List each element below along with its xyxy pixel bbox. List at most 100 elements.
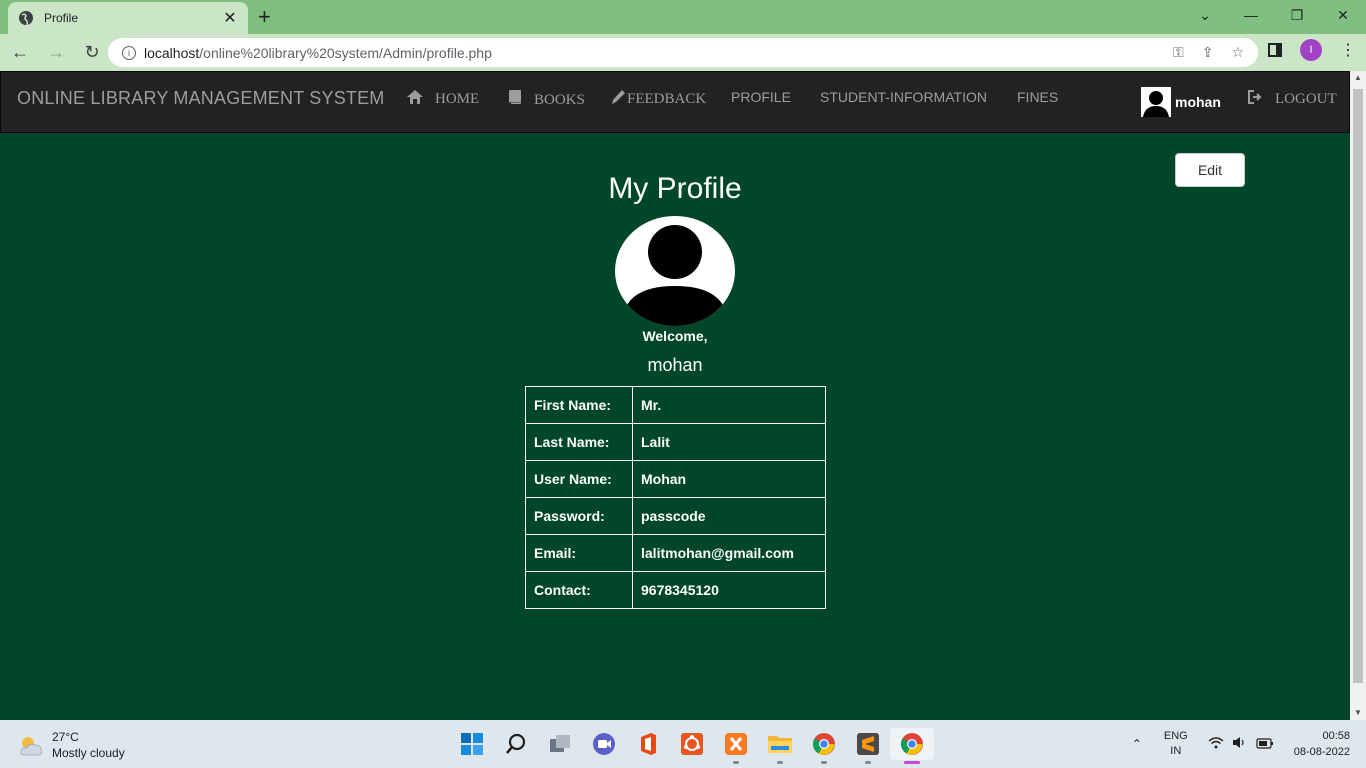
tab-search-icon[interactable]: ⌄ <box>1182 0 1228 30</box>
site-brand[interactable]: ONLINE LIBRARY MANAGEMENT SYSTEM <box>17 88 385 109</box>
back-icon[interactable]: ← <box>4 37 36 69</box>
taskbar-app-file-explorer[interactable] <box>758 728 802 764</box>
detail-label: Email: <box>525 534 633 572</box>
detail-label: Contact: <box>525 571 633 609</box>
battery-icon[interactable] <box>1256 737 1274 752</box>
task-view-button[interactable] <box>538 728 582 760</box>
partly-cloudy-icon <box>18 735 44 756</box>
welcome-text: Welcome, <box>642 328 708 344</box>
detail-label: Password: <box>525 497 633 535</box>
nav-home[interactable]: HOME <box>407 90 479 109</box>
scroll-up-icon[interactable]: ▲ <box>1350 71 1366 85</box>
browser-toolbar: ← → ↻ i localhost/online%20library%20sys… <box>0 34 1366 71</box>
weather-desc: Mostly cloudy <box>52 746 125 760</box>
detail-value: passcode <box>632 497 826 535</box>
taskbar-app-sublime[interactable] <box>846 728 890 764</box>
detail-value: lalitmohan@gmail.com <box>632 534 826 572</box>
weather-widget[interactable]: 27°C Mostly cloudy <box>18 729 125 761</box>
table-row: First Name: Mr. <box>525 386 826 424</box>
browser-tab[interactable]: Profile ✕ <box>8 2 248 34</box>
clock[interactable]: 00:58 08-08-2022 <box>1294 728 1350 760</box>
chrome-icon <box>901 733 923 755</box>
video-chat-icon <box>593 733 615 755</box>
book-icon <box>508 90 522 110</box>
nav-feedback[interactable]: FEEDBACK <box>612 90 706 109</box>
start-button[interactable] <box>450 728 494 760</box>
search-icon <box>506 733 526 754</box>
site-info-icon[interactable]: i <box>122 45 136 60</box>
url-text[interactable]: localhost/online%20library%20system/Admi… <box>144 45 1155 61</box>
taskbar-apps <box>450 728 934 764</box>
ubuntu-icon <box>681 733 703 755</box>
minimize-icon[interactable]: — <box>1228 0 1274 30</box>
profile-avatar-icon[interactable]: I <box>1300 39 1322 61</box>
page-title: My Profile <box>608 172 742 205</box>
office-icon <box>641 733 656 755</box>
scrollbar-thumb[interactable] <box>1353 89 1363 683</box>
page-scrollbar[interactable]: ▲ ▼ <box>1350 71 1366 720</box>
detail-value: Mohan <box>632 460 826 498</box>
site-navbar: ONLINE LIBRARY MANAGEMENT SYSTEM HOME BO… <box>0 71 1350 133</box>
nav-books[interactable]: BOOKS <box>508 90 585 110</box>
browser-titlebar: Profile ✕ + ⌄ — ❐ ✕ <box>0 0 1366 34</box>
detail-label: User Name: <box>525 460 633 498</box>
windows-icon <box>461 733 483 755</box>
close-window-icon[interactable]: ✕ <box>1320 0 1366 30</box>
forward-icon[interactable]: → <box>40 37 72 69</box>
search-button[interactable] <box>494 728 538 760</box>
close-tab-icon[interactable]: ✕ <box>222 8 238 28</box>
detail-label: Last Name: <box>525 423 633 461</box>
taskbar-app-meet[interactable] <box>582 728 626 760</box>
system-tray: ⌃ ENG IN 00:58 08-08-2022 <box>1132 728 1350 760</box>
task-view-icon <box>550 735 570 752</box>
user-avatar <box>1141 87 1171 117</box>
nav-logout[interactable]: LOGOUT <box>1248 90 1337 109</box>
pencil-icon <box>612 90 625 109</box>
taskbar-app-chrome-1[interactable] <box>802 728 846 764</box>
tab-title: Profile <box>44 11 79 25</box>
chevron-up-icon[interactable]: ⌃ <box>1132 737 1142 751</box>
table-row: Contact: 9678345120 <box>525 571 826 609</box>
folder-icon <box>768 736 792 753</box>
logout-icon <box>1248 90 1263 109</box>
key-icon[interactable]: ⚿ <box>1173 44 1184 61</box>
language-indicator[interactable]: ENG IN <box>1164 729 1188 759</box>
window-controls: ⌄ — ❐ ✕ <box>1182 0 1366 30</box>
side-panel-icon[interactable] <box>1268 43 1282 57</box>
page-content: ONLINE LIBRARY MANAGEMENT SYSTEM HOME BO… <box>0 71 1350 720</box>
nav-profile[interactable]: PROFILE <box>731 89 791 105</box>
detail-label: First Name: <box>525 386 633 424</box>
taskbar-app-chrome-active[interactable] <box>890 728 934 764</box>
taskbar-app-ubuntu[interactable] <box>670 728 714 760</box>
xampp-icon <box>725 733 747 755</box>
globe-icon <box>19 11 33 26</box>
table-row: Password: passcode <box>525 497 826 535</box>
nav-user[interactable]: mohan <box>1141 87 1221 117</box>
reload-icon[interactable]: ↻ <box>76 37 108 69</box>
table-row: Email: lalitmohan@gmail.com <box>525 534 826 572</box>
nav-username: mohan <box>1175 94 1221 110</box>
new-tab-icon[interactable]: + <box>258 6 271 28</box>
restore-icon[interactable]: ❐ <box>1274 0 1320 30</box>
menu-icon[interactable]: ⋮ <box>1340 40 1356 60</box>
chrome-icon <box>813 733 835 755</box>
bookmark-star-icon[interactable]: ☆ <box>1231 44 1244 61</box>
home-icon <box>407 90 423 109</box>
wifi-icon[interactable] <box>1208 736 1224 752</box>
profile-username: mohan <box>647 355 703 375</box>
address-bar[interactable]: i localhost/online%20library%20system/Ad… <box>108 38 1258 67</box>
nav-fines[interactable]: FINES <box>1017 89 1058 105</box>
table-row: Last Name: Lalit <box>525 423 826 461</box>
detail-value: Lalit <box>632 423 826 461</box>
volume-icon[interactable] <box>1232 736 1248 752</box>
profile-details-table: First Name: Mr. Last Name: Lalit User Name: M… <box>525 386 826 609</box>
detail-value: 9678345120 <box>632 571 826 609</box>
profile-picture <box>615 216 735 326</box>
table-row: User Name: Mohan <box>525 460 826 498</box>
taskbar-app-xampp[interactable] <box>714 728 758 764</box>
share-icon[interactable]: ⇪ <box>1202 44 1214 61</box>
weather-temp: 27°C <box>52 730 79 744</box>
taskbar-app-office[interactable] <box>626 728 670 760</box>
nav-student-information[interactable]: STUDENT-INFORMATION <box>820 89 987 105</box>
scroll-down-icon[interactable]: ▼ <box>1350 706 1366 720</box>
